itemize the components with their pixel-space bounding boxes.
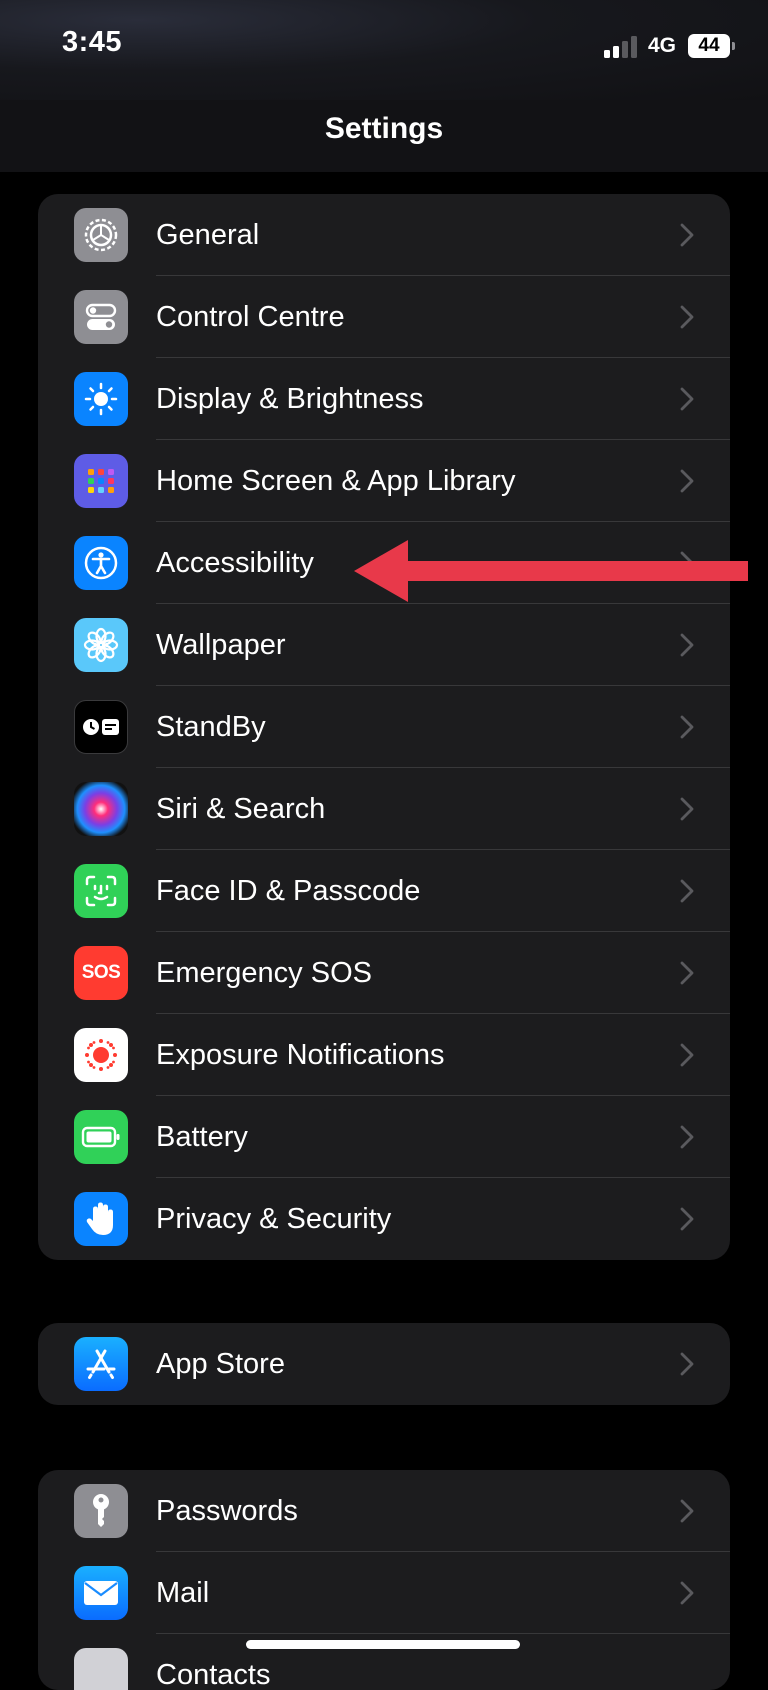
settings-row-standby[interactable]: StandBy	[38, 686, 730, 768]
settings-row-home-screen[interactable]: Home Screen & App Library	[38, 440, 730, 522]
settings-row-passwords[interactable]: Passwords	[38, 1470, 730, 1552]
flower-icon	[74, 618, 128, 672]
chevron-right-icon	[680, 1499, 694, 1523]
exposure-icon	[74, 1028, 128, 1082]
chevron-right-icon	[680, 1352, 694, 1376]
settings-row-general[interactable]: General	[38, 194, 730, 276]
settings-row-label: Home Screen & App Library	[156, 465, 516, 497]
settings-row-label: Privacy & Security	[156, 1203, 392, 1235]
settings-row-label: StandBy	[156, 711, 266, 743]
settings-row-label: Control Centre	[156, 301, 345, 333]
settings-row-label: Face ID & Passcode	[156, 875, 421, 907]
settings-row-app-store[interactable]: App Store	[38, 1323, 730, 1405]
chevron-right-icon	[680, 1125, 694, 1149]
app-store-icon	[74, 1337, 128, 1391]
status-time: 3:45	[62, 26, 123, 58]
settings-row-label: App Store	[156, 1348, 285, 1380]
settings-group-main: General Control Centre Display & Brightn…	[38, 194, 730, 1260]
settings-row-display-brightness[interactable]: Display & Brightness	[38, 358, 730, 440]
settings-row-label: Exposure Notifications	[156, 1039, 445, 1071]
settings-row-siri-search[interactable]: Siri & Search	[38, 768, 730, 850]
settings-group-app-store: App Store	[38, 1323, 730, 1405]
chevron-right-icon	[680, 223, 694, 247]
battery-icon	[74, 1110, 128, 1164]
cellular-signal-icon	[604, 34, 640, 58]
chevron-right-icon	[680, 961, 694, 985]
settings-row-emergency-sos[interactable]: SOS Emergency SOS	[38, 932, 730, 1014]
settings-row-label: Siri & Search	[156, 793, 326, 825]
face-id-icon	[74, 864, 128, 918]
battery-level-icon: 44	[688, 34, 735, 58]
sos-icon-text: SOS	[81, 962, 121, 983]
network-type: 4G	[648, 34, 677, 57]
app-grid-icon	[74, 454, 128, 508]
chevron-right-icon	[680, 1043, 694, 1067]
siri-icon	[74, 782, 128, 836]
contacts-icon	[74, 1648, 128, 1690]
key-icon	[74, 1484, 128, 1538]
sos-icon: SOS	[74, 946, 128, 1000]
sun-icon	[74, 372, 128, 426]
settings-row-label: Mail	[156, 1577, 210, 1609]
annotation-arrow-icon	[354, 540, 748, 602]
chevron-right-icon	[680, 1207, 694, 1231]
settings-row-mail[interactable]: Mail	[38, 1552, 730, 1634]
settings-row-wallpaper[interactable]: Wallpaper	[38, 604, 730, 686]
settings-row-exposure-notifications[interactable]: Exposure Notifications	[38, 1014, 730, 1096]
page-title: Settings	[324, 112, 444, 145]
settings-row-face-id[interactable]: Face ID & Passcode	[38, 850, 730, 932]
chevron-right-icon	[680, 797, 694, 821]
chevron-right-icon	[680, 305, 694, 329]
chevron-right-icon	[680, 879, 694, 903]
settings-row-label: Battery	[156, 1121, 248, 1153]
mail-icon	[74, 1566, 128, 1620]
standby-icon	[74, 700, 128, 754]
settings-group-accounts: Passwords Mail Contacts	[38, 1470, 730, 1690]
status-bar: 3:45 4G 44	[0, 0, 768, 100]
hand-icon	[74, 1192, 128, 1246]
settings-row-label: Accessibility	[156, 547, 314, 579]
settings-row-label: Emergency SOS	[156, 957, 372, 989]
settings-row-label: General	[156, 219, 260, 251]
chevron-right-icon	[680, 1581, 694, 1605]
chevron-right-icon	[680, 469, 694, 493]
chevron-right-icon	[680, 387, 694, 411]
accessibility-icon	[74, 536, 128, 590]
settings-row-label: Display & Brightness	[156, 383, 424, 415]
settings-row-label: Wallpaper	[156, 629, 286, 661]
settings-row-control-centre[interactable]: Control Centre	[38, 276, 730, 358]
chevron-right-icon	[680, 633, 694, 657]
gear-icon	[74, 208, 128, 262]
settings-row-label: Passwords	[156, 1495, 298, 1527]
home-indicator[interactable]	[246, 1640, 520, 1649]
settings-row-privacy-security[interactable]: Privacy & Security	[38, 1178, 730, 1260]
chevron-right-icon	[680, 715, 694, 739]
settings-row-battery[interactable]: Battery	[38, 1096, 730, 1178]
toggles-icon	[74, 290, 128, 344]
